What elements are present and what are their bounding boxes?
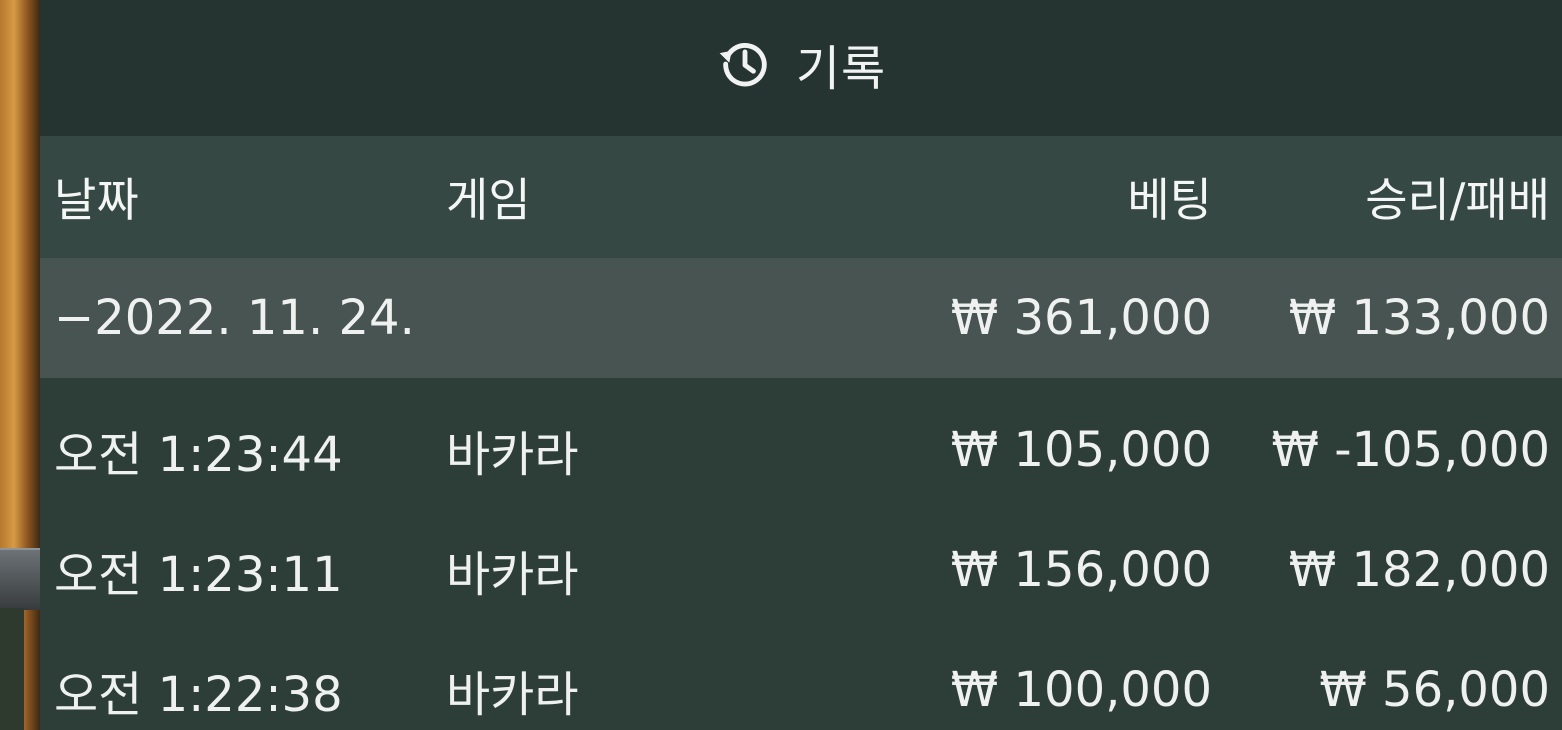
table-row[interactable]: 오전 1:23:44 바카라 ₩ 105,000 ₩ -105,000: [40, 390, 1562, 510]
row-win-loss: ₩ 182,000: [1288, 542, 1550, 598]
date-group-win-loss-total: ₩ 133,000: [1288, 290, 1550, 346]
row-bet: ₩ 100,000: [950, 662, 1212, 718]
screen: 기록 날짜 게임 베팅 승리/패배 −2022. 11. 24. ₩ 361,0…: [0, 0, 1562, 730]
background-table: [0, 608, 24, 730]
history-title: 기록: [795, 41, 887, 97]
history-icon: [719, 43, 767, 87]
row-game: 바카라: [446, 427, 579, 483]
history-header: 기록: [40, 0, 1562, 136]
history-panel: 기록 날짜 게임 베팅 승리/패배 −2022. 11. 24. ₩ 361,0…: [40, 0, 1562, 730]
table-row[interactable]: 오전 1:23:11 바카라 ₩ 156,000 ₩ 182,000: [40, 510, 1562, 630]
column-header-row: 날짜 게임 베팅 승리/패배: [40, 136, 1562, 258]
row-time: 오전 1:23:11: [54, 547, 343, 603]
column-header-win-loss: 승리/패배: [1365, 173, 1550, 227]
row-time: 오전 1:23:44: [54, 427, 343, 483]
table-row[interactable]: 오전 1:22:38 바카라 ₩ 100,000 ₩ 56,000: [40, 630, 1562, 730]
row-game: 바카라: [446, 667, 579, 723]
row-game: 바카라: [446, 547, 579, 603]
row-bet: ₩ 105,000: [950, 422, 1212, 478]
row-bet: ₩ 156,000: [950, 542, 1212, 598]
row-win-loss: ₩ 56,000: [1319, 662, 1550, 718]
background-device: [0, 548, 40, 610]
row-time: 오전 1:22:38: [54, 667, 343, 723]
date-group-bet-total: ₩ 361,000: [950, 290, 1212, 346]
column-header-game: 게임: [446, 173, 531, 227]
date-group-row[interactable]: −2022. 11. 24. ₩ 361,000 ₩ 133,000: [40, 258, 1562, 378]
column-header-date: 날짜: [54, 173, 139, 227]
column-header-bet: 베팅: [1127, 173, 1212, 227]
row-win-loss: ₩ -105,000: [1271, 422, 1550, 478]
date-group-label: −2022. 11. 24.: [54, 290, 415, 346]
